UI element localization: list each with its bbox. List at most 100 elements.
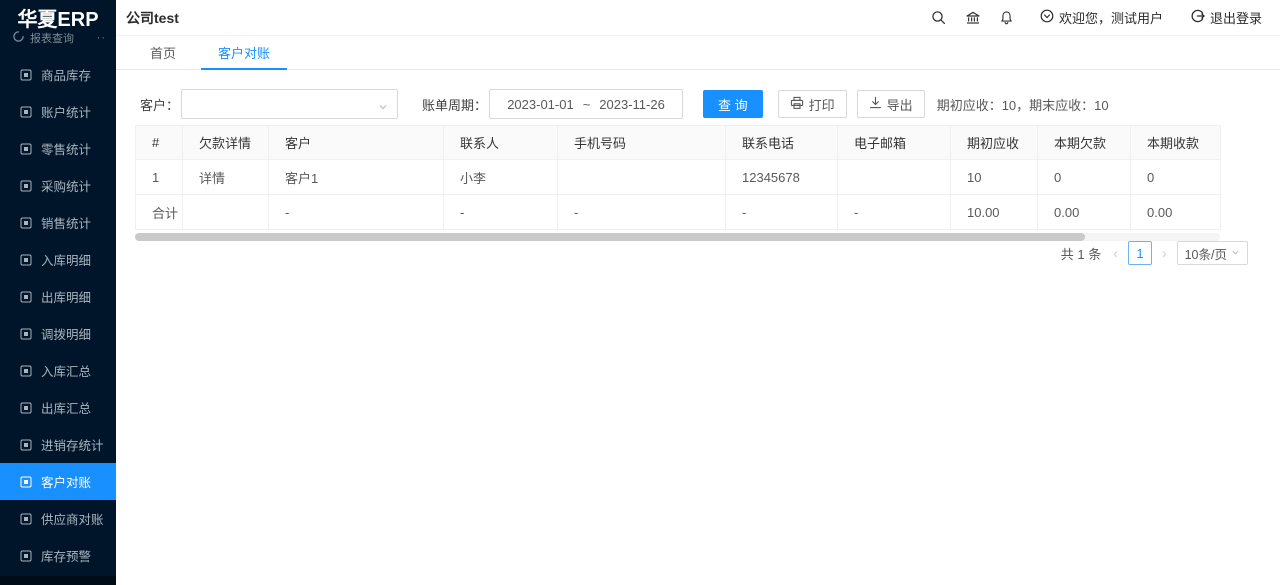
bank-icon[interactable] xyxy=(956,0,990,36)
pagination-total: 共 1 条 xyxy=(1061,244,1101,263)
cell-period-received: 0 xyxy=(1131,160,1221,195)
sidebar: 华夏ERP 报表查询 ·· 商品库存 账户统计 零售统计 采购统计 销售统计 入… xyxy=(0,0,116,585)
table-row: 1 详情 客户1 小李 12345678 10 0 0 xyxy=(136,160,1221,195)
column-header: 联系人 xyxy=(444,126,558,160)
square-icon xyxy=(20,254,32,266)
detail-link[interactable]: 详情 xyxy=(199,171,225,186)
customer-label: 客户： xyxy=(140,95,179,114)
tab-customer-reconciliation[interactable]: 客户对账 xyxy=(201,36,287,69)
square-icon xyxy=(20,143,32,155)
cell-total: - xyxy=(838,195,951,230)
horizontal-scrollbar-track[interactable] xyxy=(135,233,1220,241)
square-icon xyxy=(20,69,32,81)
sidebar-item-retail-stats[interactable]: 零售统计 xyxy=(0,130,116,167)
welcome-text: 欢迎您，测试用户 xyxy=(1059,8,1163,27)
sidebar-item-outbound-detail[interactable]: 出库明细 xyxy=(0,278,116,315)
erp-app: 华夏ERP 报表查询 ·· 商品库存 账户统计 零售统计 采购统计 销售统计 入… xyxy=(0,0,1280,585)
export-button[interactable]: 导出 xyxy=(857,90,925,118)
search-icon[interactable] xyxy=(922,0,956,36)
sidebar-menu: 商品库存 账户统计 零售统计 采购统计 销售统计 入库明细 出库明细 调拨明细 … xyxy=(0,56,116,574)
cell-customer: 客户1 xyxy=(269,160,444,195)
column-header: 客户 xyxy=(269,126,444,160)
cell-period-debt: 0 xyxy=(1038,160,1131,195)
logout-button[interactable]: 退出登录 xyxy=(1191,8,1262,27)
chevron-down-icon xyxy=(1231,246,1240,260)
date-start-value[interactable]: 2023-01-01 xyxy=(507,97,574,112)
cell-total: - xyxy=(269,195,444,230)
ellipsis-icon: ·· xyxy=(97,32,106,44)
sidebar-item-inbound-summary[interactable]: 入库汇总 xyxy=(0,352,116,389)
tab-home[interactable]: 首页 xyxy=(133,36,193,69)
square-icon xyxy=(20,291,32,303)
sidebar-item-customer-reconciliation[interactable]: 客户对账 xyxy=(0,463,116,500)
cell-total: - xyxy=(726,195,838,230)
pie-chart-icon xyxy=(13,31,24,45)
horizontal-scrollbar-thumb[interactable] xyxy=(135,233,1085,241)
date-range-picker[interactable]: 2023-01-01 ~ 2023-11-26 xyxy=(489,89,683,119)
user-menu[interactable]: 欢迎您，测试用户 xyxy=(1040,8,1163,27)
page-content: 客户： 账单周期： 2023-01-01 ~ 2023-11-26 查 询 xyxy=(116,71,1280,585)
prev-page-button[interactable]: ‹ xyxy=(1111,245,1120,261)
printer-icon xyxy=(790,96,804,113)
square-icon xyxy=(20,180,32,192)
sidebar-item-outbound-summary[interactable]: 出库汇总 xyxy=(0,389,116,426)
column-header: 手机号码 xyxy=(558,126,726,160)
sidebar-item-account-stats[interactable]: 账户统计 xyxy=(0,93,116,130)
column-header: 本期欠款 xyxy=(1038,126,1131,160)
customer-select[interactable] xyxy=(181,89,398,119)
print-button[interactable]: 打印 xyxy=(778,90,847,118)
company-title: 公司test xyxy=(126,8,179,28)
sidebar-footer xyxy=(0,576,116,585)
sidebar-item-transfer-detail[interactable]: 调拨明细 xyxy=(0,315,116,352)
topbar-right: 欢迎您，测试用户 退出登录 xyxy=(922,0,1262,36)
cell-index: 1 xyxy=(136,160,183,195)
date-end-value[interactable]: 2023-11-26 xyxy=(599,97,665,112)
square-icon xyxy=(20,106,32,118)
column-header: 电子邮箱 xyxy=(838,126,951,160)
cell-total: 0.00 xyxy=(1131,195,1221,230)
table-total-row: 合计 - - - - - 10.00 0.00 0.00 xyxy=(136,195,1221,230)
cell-total: - xyxy=(444,195,558,230)
sidebar-group-label: 报表查询 xyxy=(30,30,74,46)
square-icon xyxy=(20,328,32,340)
date-separator: ~ xyxy=(583,97,591,112)
column-header: 联系电话 xyxy=(726,126,838,160)
square-icon xyxy=(20,550,32,562)
square-icon xyxy=(20,513,32,525)
sidebar-item-stock-warning[interactable]: 库存预警 xyxy=(0,537,116,574)
page-size-select[interactable]: 10条/页 xyxy=(1177,241,1248,265)
cell-begin-receivable: 10 xyxy=(951,160,1038,195)
query-button[interactable]: 查 询 xyxy=(703,90,763,118)
logout-text: 退出登录 xyxy=(1210,8,1262,27)
cell-total xyxy=(183,195,269,230)
receivable-summary: 期初应收：10，期末应收：10 xyxy=(937,95,1109,114)
cell-total-label: 合计 xyxy=(136,195,183,230)
square-icon xyxy=(20,439,32,451)
chevron-down-icon xyxy=(378,99,388,117)
column-header: 本期收款 xyxy=(1131,126,1221,160)
bell-icon[interactable] xyxy=(990,0,1024,36)
sidebar-item-inventory-stats[interactable]: 进销存统计 xyxy=(0,426,116,463)
sidebar-item-sales-stats[interactable]: 销售统计 xyxy=(0,204,116,241)
reconciliation-table: # 欠款详情 客户 联系人 手机号码 联系电话 电子邮箱 期初应收 本期欠款 本… xyxy=(135,125,1221,230)
logout-icon xyxy=(1191,9,1205,26)
sidebar-item-purchase-stats[interactable]: 采购统计 xyxy=(0,167,116,204)
column-header: 欠款详情 xyxy=(183,126,269,160)
next-page-button[interactable]: › xyxy=(1160,245,1169,261)
sidebar-group-report-query[interactable]: 报表查询 ·· xyxy=(0,28,116,48)
sidebar-item-goods-stock[interactable]: 商品库存 xyxy=(0,56,116,93)
table-header-row: # 欠款详情 客户 联系人 手机号码 联系电话 电子邮箱 期初应收 本期欠款 本… xyxy=(136,126,1221,160)
cell-mobile xyxy=(558,160,726,195)
sidebar-item-inbound-detail[interactable]: 入库明细 xyxy=(0,241,116,278)
pagination: 共 1 条 ‹ 1 › 10条/页 xyxy=(1061,240,1248,266)
square-icon xyxy=(20,476,32,488)
download-icon xyxy=(869,96,882,112)
cell-phone: 12345678 xyxy=(726,160,838,195)
page-size-value: 10条/页 xyxy=(1185,244,1227,263)
page-number-button[interactable]: 1 xyxy=(1128,241,1152,265)
square-icon xyxy=(20,217,32,229)
sidebar-item-supplier-reconciliation[interactable]: 供应商对账 xyxy=(0,500,116,537)
cell-total: 0.00 xyxy=(1038,195,1131,230)
cell-debt-detail: 详情 xyxy=(183,160,269,195)
tab-bar: 首页 客户对账 xyxy=(116,36,1280,70)
